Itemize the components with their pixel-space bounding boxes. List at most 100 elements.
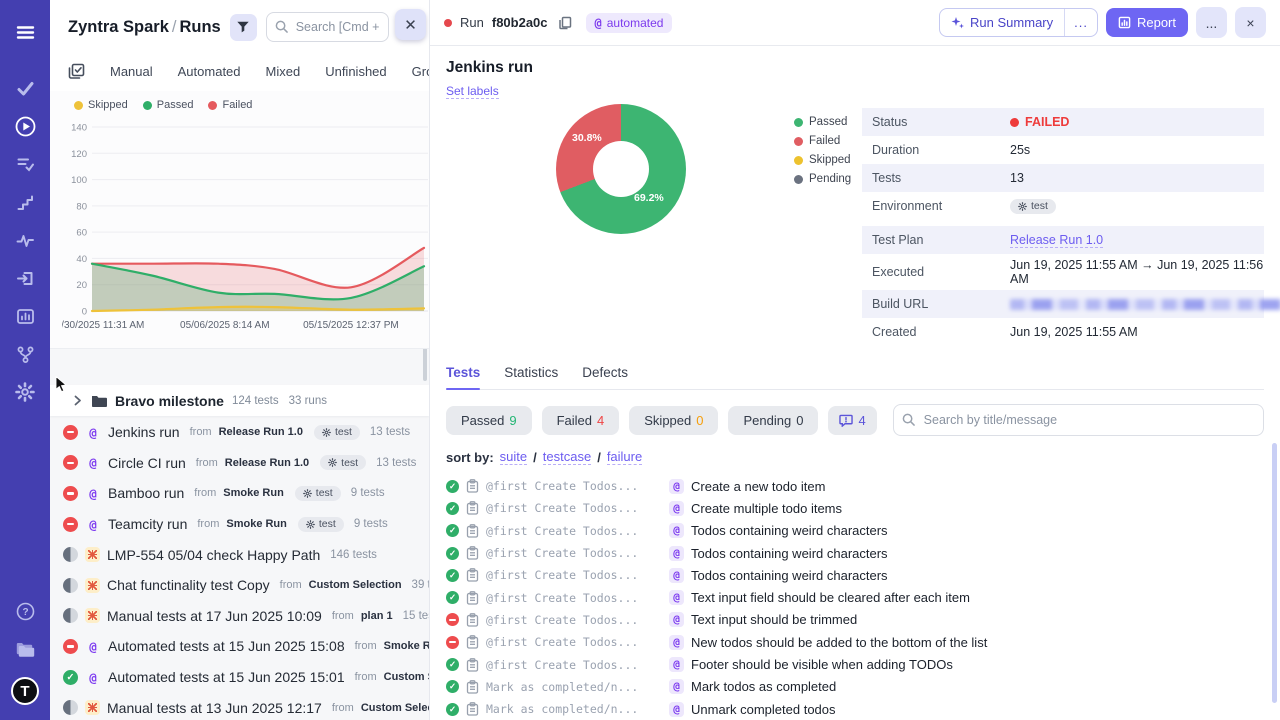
settings-gear-icon[interactable] xyxy=(6,373,44,411)
tab-mixed[interactable]: Mixed xyxy=(266,64,301,79)
tab-unfinished[interactable]: Unfinished xyxy=(325,64,386,79)
runs-play-icon[interactable] xyxy=(6,107,44,145)
tab-manual[interactable]: Manual xyxy=(110,64,153,79)
test-suite[interactable]: Mark as completed/n... xyxy=(486,680,662,694)
run-name[interactable]: Bamboo run xyxy=(108,485,184,501)
test-row[interactable]: Mark as completed/n... @ Unmark complete… xyxy=(446,698,1264,720)
test-suite[interactable]: @first Create Todos... xyxy=(486,635,662,649)
sort-by-testcase[interactable]: testcase xyxy=(543,449,591,465)
close-panel-button[interactable]: ✕ xyxy=(395,9,426,40)
test-title[interactable]: Footer should be visible when adding TOD… xyxy=(691,657,953,672)
test-row[interactable]: @first Create Todos... @ Todos containin… xyxy=(446,542,1264,564)
run-source[interactable]: Smoke Run xyxy=(223,487,284,499)
run-row[interactable]: Manual tests at 17 Jun 2025 10:09 from p… xyxy=(50,601,429,632)
run-row[interactable]: Automated tests at 15 Jun 2025 15:08 fro… xyxy=(50,631,429,662)
test-suite[interactable]: @first Create Todos... xyxy=(486,591,662,605)
run-source[interactable]: Release Run 1.0 xyxy=(225,457,309,469)
chevron-right-icon[interactable] xyxy=(72,395,83,406)
run-row[interactable]: Circle CI run from Release Run 1.0 test … xyxy=(50,448,429,479)
test-row[interactable]: @first Create Todos... @ Text input shou… xyxy=(446,609,1264,631)
run-row[interactable]: Automated tests at 15 Jun 2025 15:01 fro… xyxy=(50,662,429,693)
test-title[interactable]: Create multiple todo items xyxy=(691,501,842,516)
copy-icon[interactable] xyxy=(558,16,572,30)
run-row[interactable]: LMP-554 05/04 check Happy Path 146 tests xyxy=(50,539,429,570)
milestone-name[interactable]: Bravo milestone xyxy=(115,393,224,409)
test-row[interactable]: @first Create Todos... @ Todos containin… xyxy=(446,520,1264,542)
env-badge[interactable]: test xyxy=(1010,199,1056,214)
env-badge[interactable]: test xyxy=(298,517,344,532)
test-plan-link[interactable]: Release Run 1.0 xyxy=(1010,233,1103,248)
analytics-icon[interactable] xyxy=(6,297,44,335)
run-name[interactable]: Jenkins run xyxy=(108,424,180,440)
projects-folder-icon[interactable] xyxy=(6,630,44,668)
automated-badge[interactable]: @ automated xyxy=(586,13,673,33)
run-name[interactable]: Manual tests at 13 Jun 2025 12:17 xyxy=(107,700,322,716)
test-title[interactable]: Todos containing weird characters xyxy=(691,523,888,538)
run-name[interactable]: Teamcity run xyxy=(108,516,187,532)
tab-tests[interactable]: Tests xyxy=(446,365,480,389)
run-name[interactable]: Circle CI run xyxy=(108,455,186,471)
help-icon[interactable]: ? xyxy=(6,592,44,630)
app-logo[interactable]: T xyxy=(6,672,44,710)
filter-pill[interactable]: Failed 4 xyxy=(542,406,620,435)
run-row[interactable]: Manual tests at 13 Jun 2025 12:17 from C… xyxy=(50,692,429,720)
set-labels-link[interactable]: Set labels xyxy=(446,84,499,99)
project-name[interactable]: Zyntra Spark xyxy=(68,18,169,36)
test-row[interactable]: Mark as completed/n... @ Mark todos as c… xyxy=(446,676,1264,698)
test-suite[interactable]: Mark as completed/n... xyxy=(486,702,662,716)
test-suite[interactable]: @first Create Todos... xyxy=(486,546,662,560)
test-suite[interactable]: @first Create Todos... xyxy=(486,501,662,515)
report-button[interactable]: Report xyxy=(1106,8,1188,37)
more-actions-button[interactable]: ... xyxy=(1196,7,1227,38)
run-name[interactable]: LMP-554 05/04 check Happy Path xyxy=(107,547,320,563)
run-row[interactable]: Chat functinality test Copy from Custom … xyxy=(50,570,429,601)
run-source[interactable]: plan 1 xyxy=(361,610,393,622)
test-title[interactable]: Todos containing weird characters xyxy=(691,568,888,583)
branch-icon[interactable] xyxy=(6,335,44,373)
tests-search-input[interactable] xyxy=(893,404,1264,436)
test-row[interactable]: @first Create Todos... @ New todos shoul… xyxy=(446,631,1264,653)
sort-by-failure[interactable]: failure xyxy=(607,449,642,465)
steps-icon[interactable] xyxy=(6,183,44,221)
run-name[interactable]: Manual tests at 17 Jun 2025 10:09 xyxy=(107,608,322,624)
run-source[interactable]: Smoke Run xyxy=(384,640,429,652)
close-detail-button[interactable]: × xyxy=(1235,7,1266,38)
test-row[interactable]: @first Create Todos... @ Create a new to… xyxy=(446,475,1264,497)
select-all-icon[interactable] xyxy=(68,63,85,80)
test-title[interactable]: Create a new todo item xyxy=(691,479,825,494)
filter-pill[interactable]: Passed 9 xyxy=(446,406,532,435)
run-source[interactable]: Release Run 1.0 xyxy=(219,426,303,438)
test-title[interactable]: Unmark completed todos xyxy=(691,702,836,717)
tab-groups[interactable]: Groups xyxy=(412,64,430,79)
test-row[interactable]: @first Create Todos... @ Text input fiel… xyxy=(446,586,1264,608)
env-badge[interactable]: test xyxy=(320,455,366,470)
env-badge[interactable]: test xyxy=(314,425,360,440)
test-suite[interactable]: @first Create Todos... xyxy=(486,524,662,538)
import-icon[interactable] xyxy=(6,259,44,297)
test-title[interactable]: Text input should be trimmed xyxy=(691,612,857,627)
run-source[interactable]: Custom Selection xyxy=(309,579,402,591)
run-summary-main[interactable]: Run Summary xyxy=(940,9,1064,36)
test-suite[interactable]: @first Create Todos... xyxy=(486,568,662,582)
run-name[interactable]: Automated tests at 15 Jun 2025 15:01 xyxy=(108,669,345,685)
test-title[interactable]: New todos should be added to the bottom … xyxy=(691,635,987,650)
filter-pill[interactable]: Skipped 0 xyxy=(629,406,718,435)
run-name[interactable]: Automated tests at 15 Jun 2025 15:08 xyxy=(108,638,345,654)
run-source[interactable]: Custom Selection xyxy=(361,702,429,714)
run-source[interactable]: Custom Selection xyxy=(384,671,429,683)
run-row[interactable]: Jenkins run from Release Run 1.0 test 13… xyxy=(50,417,429,448)
checklist-icon[interactable] xyxy=(6,145,44,183)
run-name[interactable]: Chat functinality test Copy xyxy=(107,577,270,593)
test-row[interactable]: @first Create Todos... @ Create multiple… xyxy=(446,497,1264,519)
run-source[interactable]: Smoke Run xyxy=(226,518,287,530)
sort-by-suite[interactable]: suite xyxy=(500,449,527,465)
left-scrollbar[interactable] xyxy=(423,349,427,381)
test-title[interactable]: Text input field should be cleared after… xyxy=(691,590,970,605)
test-suite[interactable]: @first Create Todos... xyxy=(486,479,662,493)
run-summary-more[interactable]: ... xyxy=(1064,9,1097,36)
tab-defects[interactable]: Defects xyxy=(582,365,628,389)
test-suite[interactable]: @first Create Todos... xyxy=(486,658,662,672)
tab-statistics[interactable]: Statistics xyxy=(504,365,558,389)
build-url-redacted[interactable] xyxy=(1010,299,1280,310)
comments-filter-pill[interactable]: 4 xyxy=(828,406,876,435)
